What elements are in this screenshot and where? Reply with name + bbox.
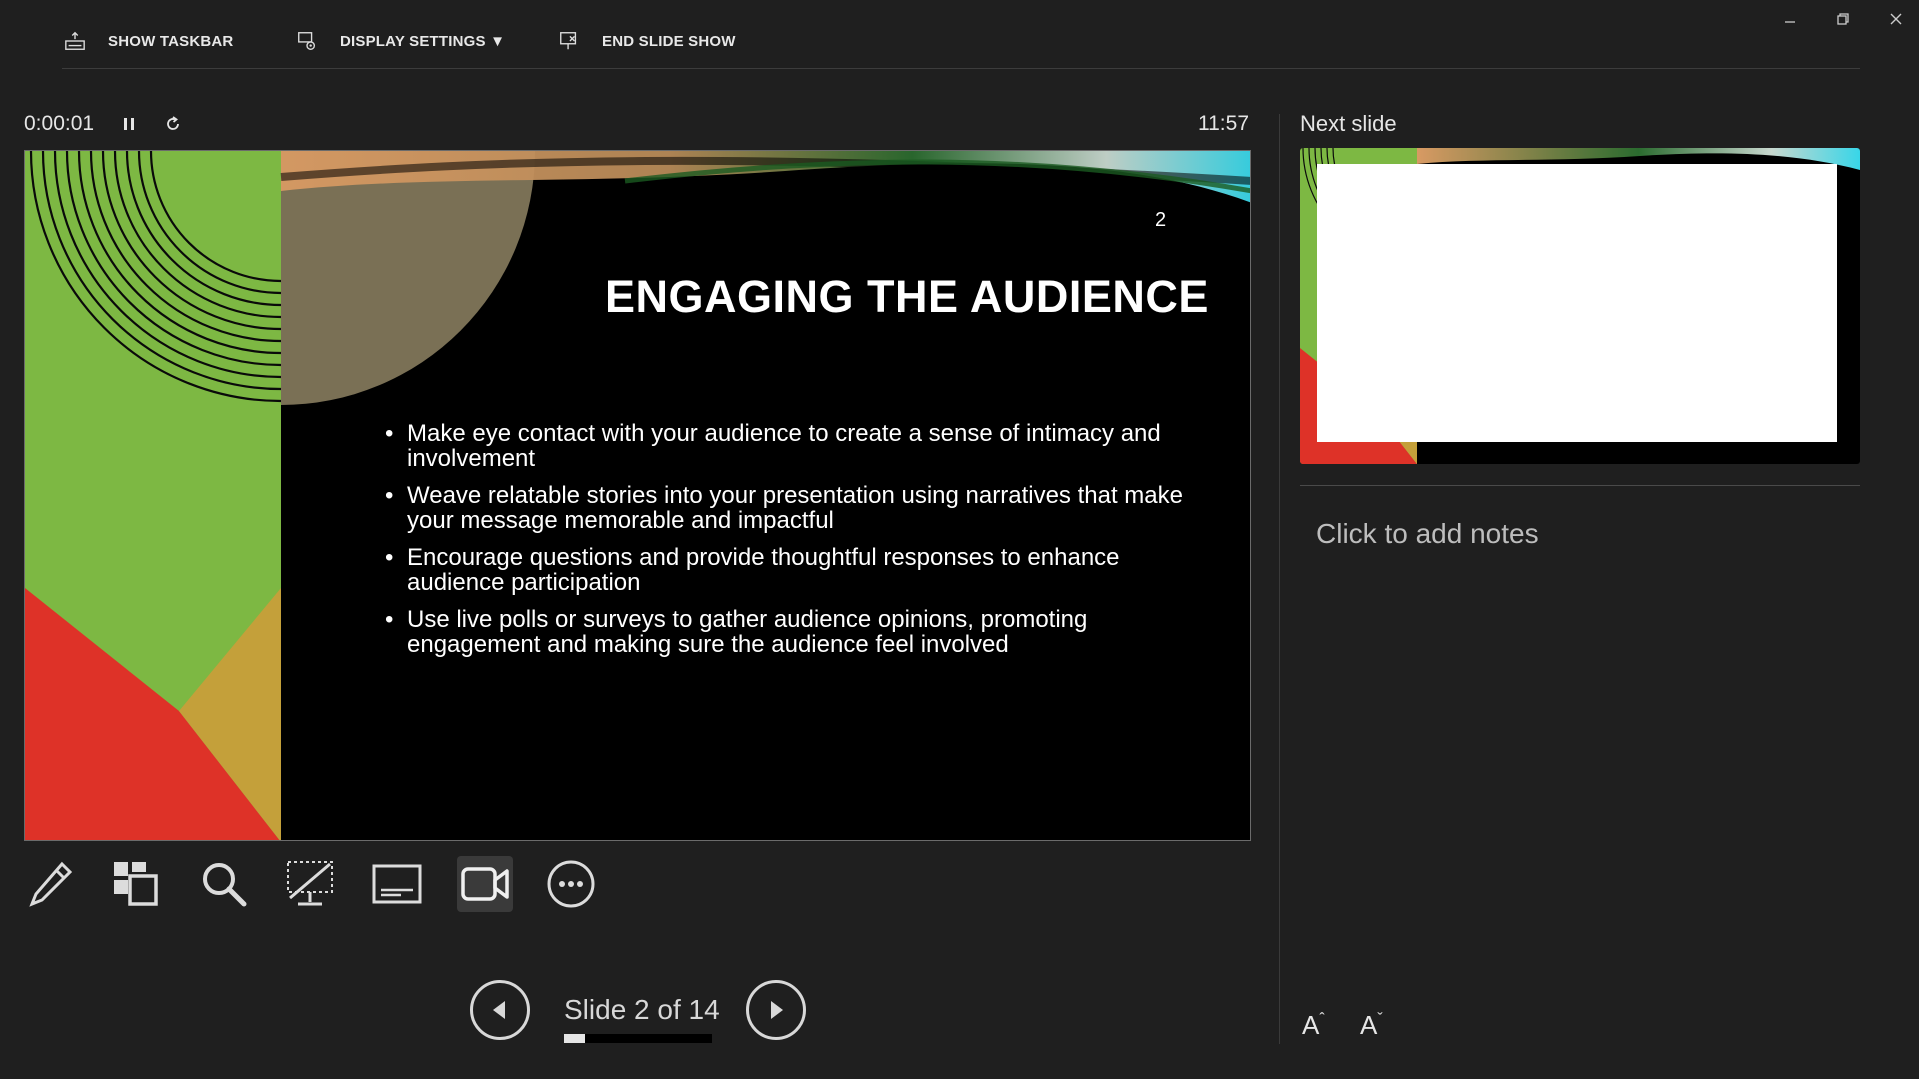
increase-font-label: A xyxy=(1302,1010,1320,1040)
next-slide-art xyxy=(1300,148,1860,464)
see-all-slides-icon xyxy=(114,862,158,906)
restore-button[interactable] xyxy=(1823,6,1863,32)
bullet-item: Make eye contact with your audience to c… xyxy=(385,421,1185,471)
caret-up-icon: ˆ xyxy=(1319,1011,1325,1028)
pen-icon xyxy=(29,861,73,907)
caret-down-icon: ˇ xyxy=(1377,1011,1383,1028)
increase-font-button[interactable]: Aˆ xyxy=(1302,1010,1325,1041)
slide-page-number: 2 xyxy=(1155,209,1167,231)
see-all-slides-button[interactable] xyxy=(108,856,164,912)
close-icon xyxy=(1890,13,1902,25)
pause-icon xyxy=(124,118,134,130)
notes-divider xyxy=(1300,485,1860,486)
zoom-button[interactable] xyxy=(196,856,252,912)
chevron-left-icon xyxy=(493,1001,505,1019)
close-button[interactable] xyxy=(1876,6,1916,32)
current-time: 11:57 xyxy=(1198,112,1249,135)
minimize-button[interactable] xyxy=(1770,6,1810,32)
display-settings-button[interactable]: DISPLAY SETTINGS ▼ xyxy=(296,28,505,54)
next-slide-button[interactable] xyxy=(746,980,806,1040)
more-options-button[interactable] xyxy=(543,856,599,912)
end-slide-show-button[interactable]: END SLIDE SHOW xyxy=(558,28,736,54)
decrease-font-button[interactable]: Aˇ xyxy=(1360,1010,1383,1041)
slide-bullet-list: Make eye contact with your audience to c… xyxy=(385,421,1185,669)
show-taskbar-label: SHOW TASKBAR xyxy=(108,32,234,50)
next-slide-preview[interactable] xyxy=(1300,148,1860,464)
restore-icon xyxy=(1837,13,1849,25)
current-slide[interactable]: 2 ENGAGING THE AUDIENCE Make eye contact… xyxy=(24,150,1251,841)
more-options-icon xyxy=(547,860,595,908)
toolbar-divider xyxy=(62,68,1860,69)
restart-timer-button[interactable] xyxy=(162,112,184,136)
next-slide-label: Next slide xyxy=(1300,111,1397,136)
previous-slide-button[interactable] xyxy=(470,980,530,1040)
subtitles-button[interactable] xyxy=(369,856,425,912)
elapsed-timer: 0:00:01 xyxy=(24,112,95,135)
display-settings-icon xyxy=(298,32,316,50)
camera-toggle-button[interactable] xyxy=(457,856,513,912)
speaker-notes-field[interactable]: Click to add notes xyxy=(1316,518,1539,550)
slide-counter: Slide 2 of 14 xyxy=(564,994,720,1025)
minimize-icon xyxy=(1785,21,1795,23)
slide-progress-fill xyxy=(564,1034,586,1043)
decrease-font-label: A xyxy=(1360,1010,1378,1040)
slide-progress-bar xyxy=(564,1034,712,1043)
black-screen-button[interactable] xyxy=(282,856,338,912)
bullet-item: Weave relatable stories into your presen… xyxy=(385,483,1185,533)
pen-tool-button[interactable] xyxy=(22,856,78,912)
end-show-icon xyxy=(560,32,577,50)
camera-icon xyxy=(461,867,509,901)
pause-timer-button[interactable] xyxy=(118,112,140,136)
chevron-right-icon xyxy=(771,1001,783,1019)
taskbar-icon xyxy=(65,31,85,50)
subtitles-icon xyxy=(372,864,422,904)
display-settings-label: DISPLAY SETTINGS ▼ xyxy=(340,32,506,50)
black-screen-icon xyxy=(287,861,333,906)
zoom-icon xyxy=(203,863,247,907)
show-taskbar-button[interactable]: SHOW TASKBAR xyxy=(64,28,233,54)
slide-title: ENGAGING THE AUDIENCE xyxy=(605,271,1209,322)
bullet-item: Encourage questions and provide thoughtf… xyxy=(385,545,1185,595)
pane-divider xyxy=(1279,114,1280,1044)
restart-icon xyxy=(167,116,179,130)
bullet-item: Use live polls or surveys to gather audi… xyxy=(385,607,1185,657)
end-slide-show-label: END SLIDE SHOW xyxy=(602,32,736,50)
